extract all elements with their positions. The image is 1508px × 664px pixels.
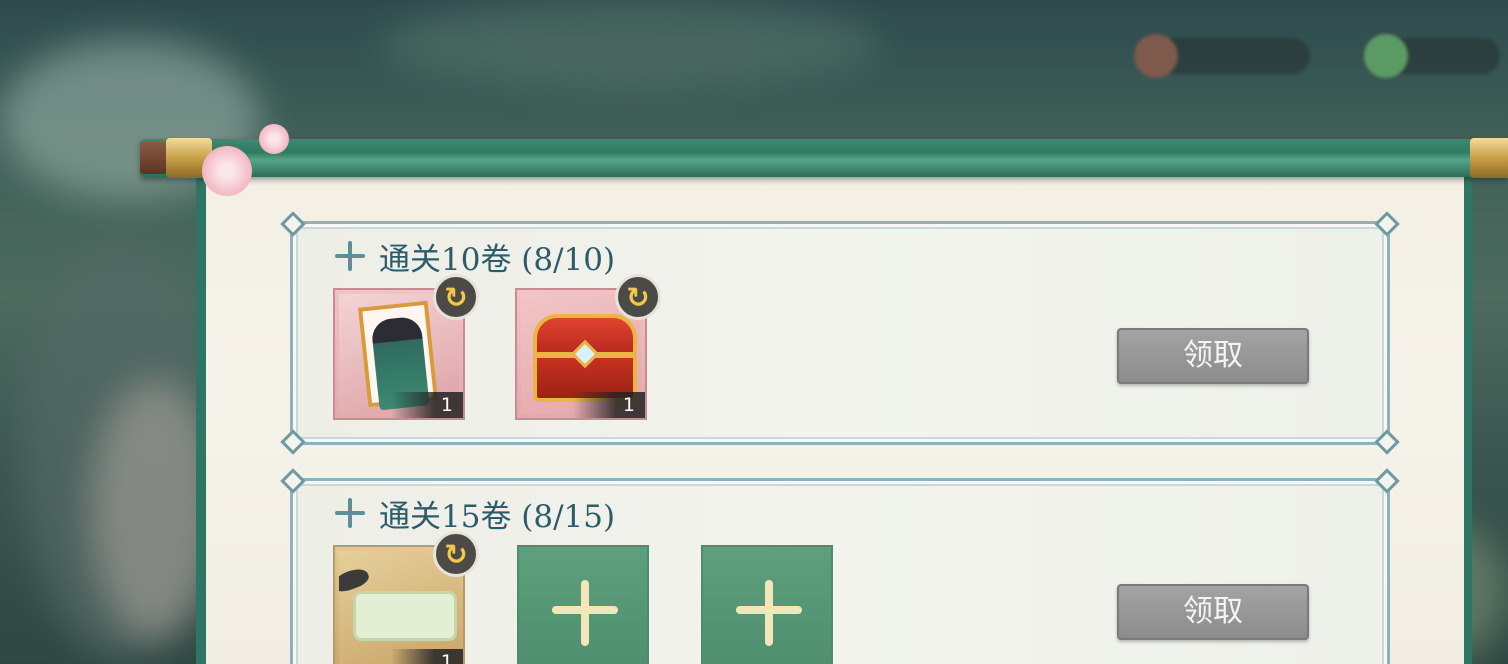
task-card-clear-15: 通关15卷 (8/15) 1 ↻ 领取: [280, 468, 1400, 664]
scroll-rod: [140, 139, 1508, 177]
reward-count: 1: [573, 392, 645, 418]
plus-icon: [736, 580, 802, 646]
task-title-text: 通关10卷 (8/10): [379, 241, 616, 278]
swap-icon[interactable]: ↻: [615, 274, 661, 320]
scroll-rod-end: [140, 142, 168, 174]
cherry-blossom-icon: [259, 124, 289, 154]
currency-icon: [1134, 34, 1178, 78]
sparkle-icon: [335, 498, 365, 528]
cherry-blossom-icon: [202, 146, 252, 196]
claim-button[interactable]: 领取: [1117, 584, 1309, 640]
plus-icon: [552, 580, 618, 646]
swap-icon[interactable]: ↻: [433, 531, 479, 577]
reward-count: 1: [391, 649, 463, 664]
background-foliage: [380, 0, 880, 90]
swap-icon[interactable]: ↻: [433, 274, 479, 320]
reward-slot-bamboo-letter[interactable]: 1 ↻: [333, 531, 479, 664]
reward-slot-empty[interactable]: [701, 545, 833, 664]
currency-pill-2: [1364, 34, 1500, 78]
task-title: 通关15卷 (8/15): [335, 493, 616, 535]
task-title-text: 通关15卷 (8/15): [379, 498, 616, 535]
claim-button[interactable]: 领取: [1117, 328, 1309, 384]
reward-count: 1: [391, 392, 463, 418]
jade-icon: [1364, 34, 1408, 78]
currency-pill-1: [1134, 34, 1310, 78]
scroll-rod-cap-right: [1470, 138, 1508, 178]
task-card-clear-10: 通关10卷 (8/10) 1 ↻ 1 ↻ 领取: [280, 211, 1400, 455]
reward-slot-empty[interactable]: [517, 545, 649, 664]
reward-slot-character-card[interactable]: 1 ↻: [333, 274, 479, 420]
sparkle-icon: [335, 241, 365, 271]
task-title: 通关10卷 (8/10): [335, 236, 616, 278]
reward-slot-treasure-chest[interactable]: 1 ↻: [515, 274, 661, 420]
